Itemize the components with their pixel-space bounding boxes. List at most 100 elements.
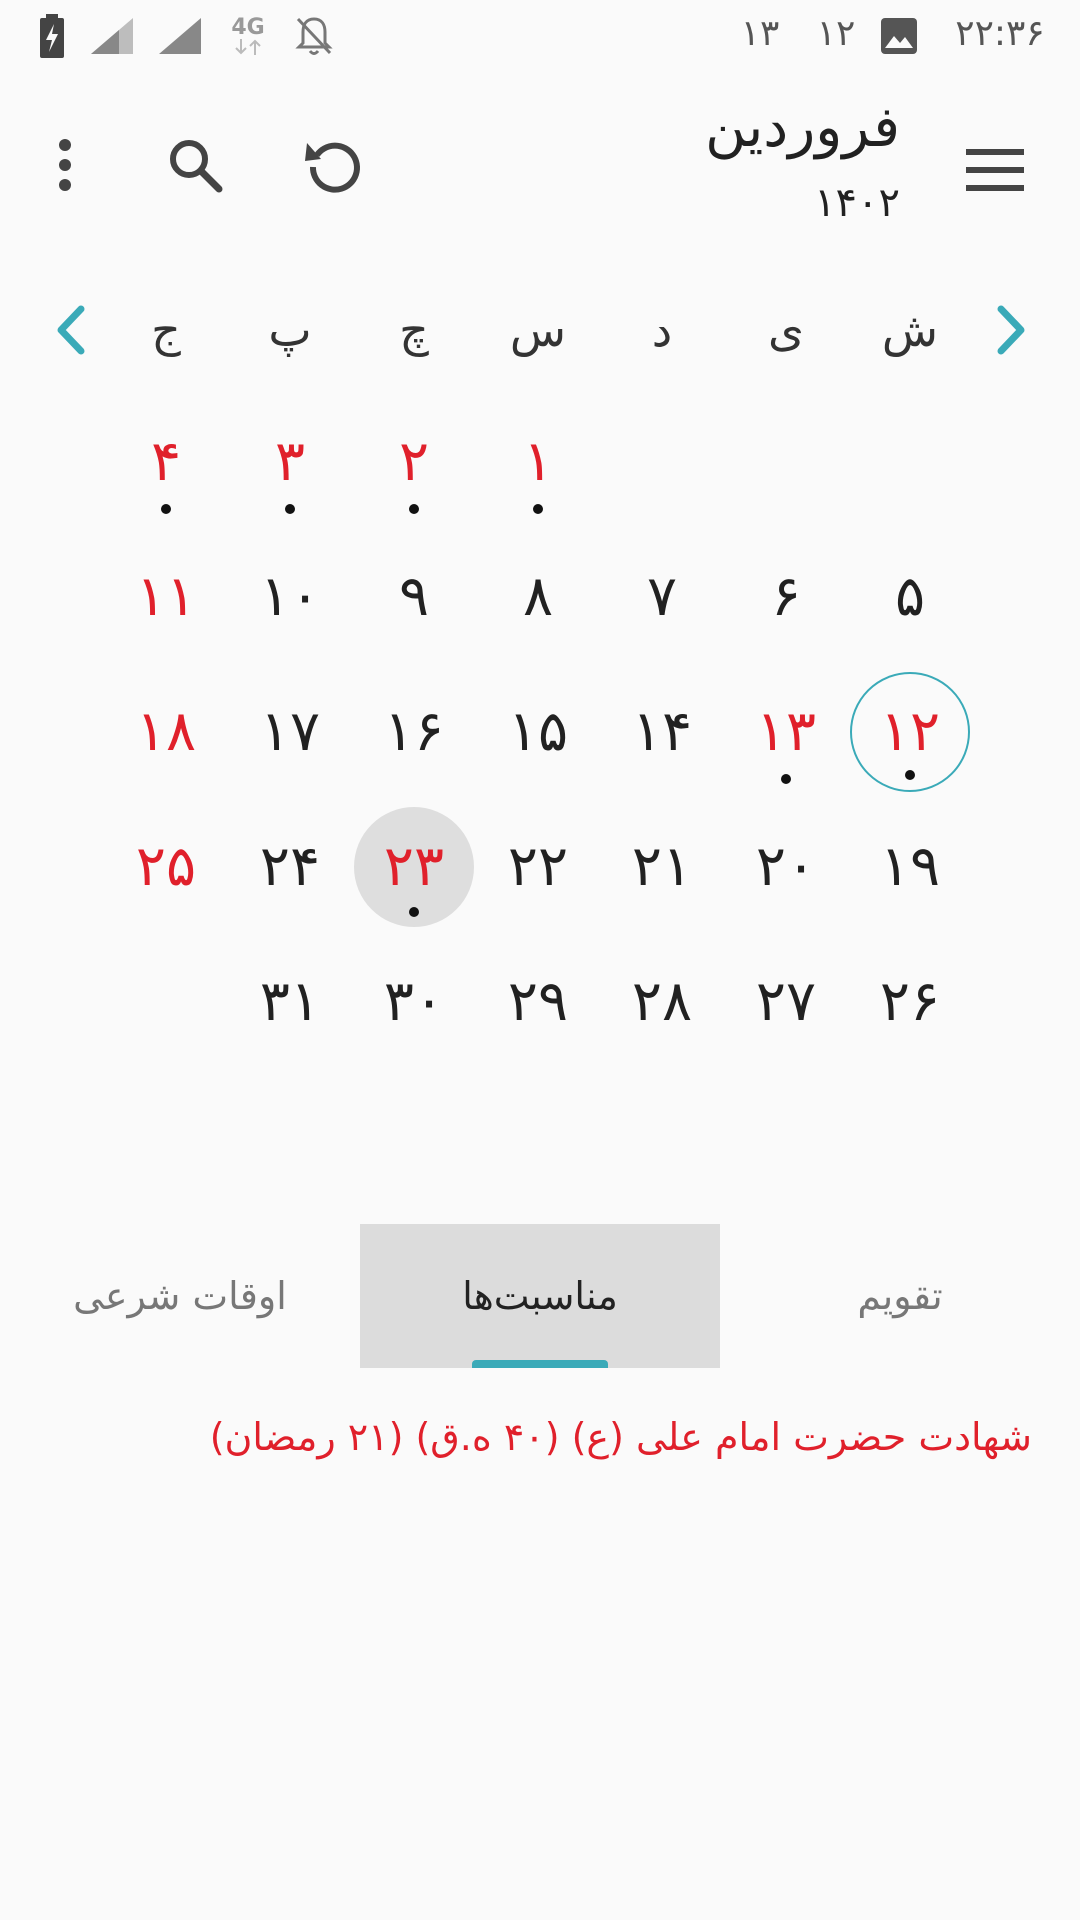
day-number: ۳۱: [259, 969, 321, 1034]
calendar-day[interactable]: ۳: [228, 400, 352, 524]
tab-label: مناسبت‌ها: [462, 1274, 618, 1318]
calendar-day[interactable]: ۳۱: [228, 940, 352, 1064]
day-number: ۱۵: [507, 699, 569, 764]
day-number: ۸: [522, 564, 554, 629]
network-4g-icon: 4G: [224, 12, 272, 60]
calendar-day[interactable]: ۲۶: [848, 940, 972, 1064]
calendar-day[interactable]: ۱۰: [228, 535, 352, 659]
calendar-day[interactable]: ۸: [476, 535, 600, 659]
calendar-day[interactable]: ۱۸: [104, 670, 228, 794]
day-number: ۱۱: [135, 564, 197, 629]
day-number: ۲: [398, 429, 430, 494]
tab-indicator: [472, 1360, 608, 1368]
day-number: ۱۴: [631, 699, 693, 764]
day-number: ۳۰: [383, 969, 445, 1034]
calendar-day[interactable]: ۱۷: [228, 670, 352, 794]
day-number: ۱۹: [879, 834, 941, 899]
signal-icon: [88, 12, 136, 60]
calendar-day[interactable]: ۲۲: [476, 805, 600, 929]
weekday-label: ی: [767, 303, 804, 357]
page-subtitle-year: ۱۴۰۲: [814, 180, 900, 226]
day-number: ۲۹: [507, 969, 569, 1034]
day-number: ۹: [398, 564, 430, 629]
signal-icon: [156, 12, 204, 60]
event-dot: [533, 504, 543, 514]
day-number: ۲۱: [631, 834, 693, 899]
calendar-day[interactable]: ۱۳: [724, 670, 848, 794]
network-label: 4G: [231, 15, 265, 40]
tab-calendar[interactable]: تقویم: [720, 1224, 1080, 1368]
weekday-label: ش: [881, 303, 939, 357]
calendar-day[interactable]: ۲۴: [228, 805, 352, 929]
calendar-day[interactable]: ۱۹: [848, 805, 972, 929]
calendar-day[interactable]: ۲۹: [476, 940, 600, 1064]
event-dot: [161, 504, 171, 514]
day-number: ۱۶: [383, 699, 445, 764]
status-time: ۲۲:۳۶: [955, 13, 1045, 54]
calendar-day[interactable]: ۹: [352, 535, 476, 659]
day-number: ۲۵: [135, 834, 197, 899]
event-dot: [409, 907, 419, 917]
day-number: ۷: [646, 564, 678, 629]
calendar-day[interactable]: ۱۵: [476, 670, 600, 794]
calendar-day[interactable]: ۲۸: [600, 940, 724, 1064]
tab-label: اوقات شرعی: [73, 1274, 287, 1318]
calendar-day-today[interactable]: ۱۲: [850, 672, 970, 792]
day-number: ۲۶: [879, 969, 941, 1034]
event-dot: [905, 770, 915, 780]
calendar-day[interactable]: ۲۵: [104, 805, 228, 929]
notifications-off-icon: [290, 12, 338, 60]
notification-count-b: ۱۳: [740, 13, 780, 54]
calendar-day[interactable]: ۴: [104, 400, 228, 524]
calendar-day[interactable]: ۶: [724, 535, 848, 659]
calendar-day[interactable]: ۱۶: [352, 670, 476, 794]
day-number: ۲۴: [259, 834, 321, 899]
weekday-header: شیدسچپج: [0, 290, 1080, 370]
calendar-day[interactable]: ۳۰: [352, 940, 476, 1064]
calendar-day[interactable]: ۱۱: [104, 535, 228, 659]
calendar-day[interactable]: ۲۱: [600, 805, 724, 929]
more-vert-icon[interactable]: [30, 125, 100, 205]
weekday-label: پ: [268, 303, 312, 357]
tab-bar: تقویم مناسبت‌ها اوقات شرعی: [0, 1224, 1080, 1368]
event-dot: [409, 504, 419, 514]
calendar-day-selected[interactable]: ۲۳: [354, 807, 474, 927]
day-number: ۳: [274, 429, 306, 494]
day-number: ۱۰: [259, 564, 321, 629]
day-number: ۴: [150, 429, 182, 494]
weekday-label: ج: [151, 303, 181, 357]
calendar-day[interactable]: ۷: [600, 535, 724, 659]
calendar-day[interactable]: ۱: [476, 400, 600, 524]
calendar-day[interactable]: ۱۴: [600, 670, 724, 794]
tab-events[interactable]: مناسبت‌ها: [360, 1224, 720, 1368]
calendar-day[interactable]: ۵: [848, 535, 972, 659]
event-dot: [781, 774, 791, 784]
tab-prayer-times[interactable]: اوقات شرعی: [0, 1224, 360, 1368]
weekday-label: د: [651, 303, 673, 357]
search-icon[interactable]: [155, 125, 235, 205]
calendar-day[interactable]: ۲۰: [724, 805, 848, 929]
calendar-grid: ۱ ۲ ۳ ۴ ۵ ۶ ۷ ۸ ۹ ۱۰ ۱۱ ۱۲ ۱۳ ۱۴ ۱۵ ۱۶ ۱۷ ۱۸ ۱۹ ۲۰ ۲۱ ۲۲ ۲۳ ۲۴ ۲…: [0, 400, 1080, 1070]
refresh-icon[interactable]: [295, 125, 375, 205]
day-number: ۱۲: [879, 699, 941, 764]
battery-charging-icon: [38, 12, 66, 60]
day-number: ۲۳: [383, 834, 445, 899]
day-number: ۱۸: [135, 699, 197, 764]
weekday-label: چ: [399, 303, 429, 357]
calendar-day[interactable]: ۲: [352, 400, 476, 524]
day-number: ۶: [770, 564, 802, 629]
menu-icon[interactable]: [955, 130, 1035, 210]
notification-count-a: ۱۲: [816, 13, 856, 54]
weekday-label: س: [509, 303, 567, 357]
status-bar: 4G ۱۳ ۱۲ ۲۲:۳۶: [0, 0, 1080, 75]
day-number: ۱: [522, 429, 554, 494]
day-number: ۱۳: [755, 699, 817, 764]
day-number: ۵: [894, 564, 926, 629]
app-bar: فروردین ۱۴۰۲: [0, 75, 1080, 255]
page-title: فروردین: [705, 95, 900, 160]
calendar-day[interactable]: ۲۷: [724, 940, 848, 1064]
day-number: ۲۲: [507, 834, 569, 899]
event-dot: [285, 504, 295, 514]
day-number: ۱۷: [259, 699, 321, 764]
event-text: شهادت حضرت امام علی (ع) (۴۰ ه.ق) (۲۱ رمض…: [209, 1415, 1032, 1459]
